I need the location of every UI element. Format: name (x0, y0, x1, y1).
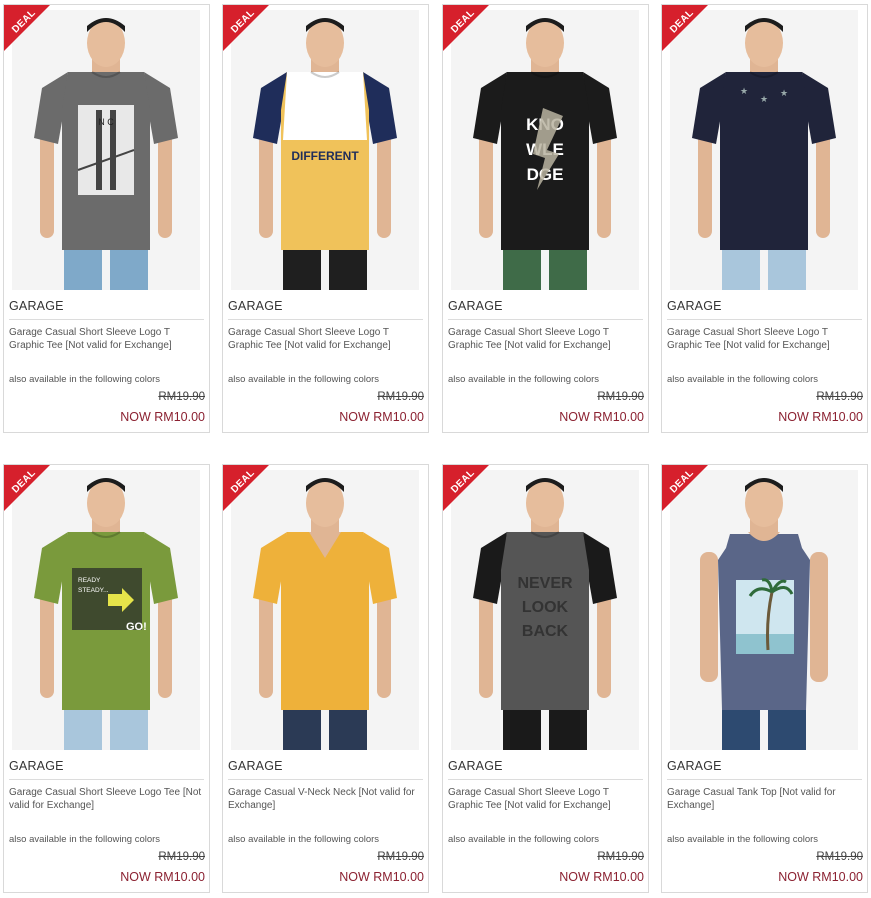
product-card[interactable]: ★ ★ ★ DEAL GARAGE Garage Casual Short Sleev… (661, 4, 868, 433)
original-price: RM19.90 (597, 391, 644, 403)
original-price: RM19.90 (816, 851, 863, 863)
product-card[interactable]: DEAL GARAGE Garage Casual Tank Top [Not va… (661, 464, 868, 893)
product-brand[interactable]: GARAGE (9, 759, 64, 773)
divider (228, 779, 423, 780)
product-brand[interactable]: GARAGE (228, 299, 283, 313)
svg-text:LOOK: LOOK (522, 599, 569, 616)
product-card[interactable]: DIFFERENT DEAL GARAGE Garage Casual Short S… (222, 4, 429, 433)
colors-note: also available in the following colors (667, 374, 819, 385)
product-card[interactable]: DEAL GARAGE Garage Casual V-Neck Neck [Not… (222, 464, 429, 893)
product-card[interactable]: KNO WLE DGE DEALGARAGEGarage Casual Shor… (442, 4, 649, 433)
colors-note: also available in the following colors (9, 374, 161, 385)
divider (448, 779, 643, 780)
divider (228, 319, 423, 320)
original-price: RM19.90 (158, 391, 205, 403)
sale-price: NOW RM10.00 (120, 870, 205, 884)
product-brand[interactable]: GARAGE (667, 759, 722, 773)
sale-price: NOW RM10.00 (559, 410, 644, 424)
product-image[interactable]: ★ ★ ★ (670, 10, 858, 290)
original-price: RM19.90 (816, 391, 863, 403)
product-brand[interactable]: GARAGE (448, 299, 503, 313)
svg-text:★: ★ (760, 94, 768, 104)
divider (9, 319, 204, 320)
product-image[interactable] (670, 470, 858, 750)
svg-text:NEVER: NEVER (517, 575, 573, 592)
sale-price: NOW RM10.00 (339, 870, 424, 884)
divider (667, 319, 862, 320)
svg-text:N C: N C (98, 117, 114, 127)
original-price: RM19.90 (158, 851, 205, 863)
product-image[interactable]: READY STEADY... GO! (12, 470, 200, 750)
sale-price: NOW RM10.00 (120, 410, 205, 424)
colors-note: also available in the following colors (228, 374, 380, 385)
sale-price: NOW RM10.00 (559, 870, 644, 884)
product-name[interactable]: Garage Casual Short Sleeve Logo T Graphi… (9, 327, 205, 352)
colors-note: also available in the following colors (448, 834, 600, 845)
product-name[interactable]: Garage Casual Short Sleeve Logo T Graphi… (228, 327, 424, 352)
product-name[interactable]: Garage Casual Short Sleeve Logo T Graphi… (667, 327, 863, 352)
svg-text:★: ★ (780, 88, 788, 98)
product-image[interactable]: DIFFERENT (231, 10, 419, 290)
product-card[interactable]: READY STEADY... GO! DEAL GARAGE Garage Casu… (3, 464, 210, 893)
product-brand[interactable]: GARAGE (228, 759, 283, 773)
colors-note: also available in the following colors (667, 834, 819, 845)
svg-text:BACK: BACK (522, 623, 569, 640)
product-name[interactable]: Garage Casual Short Sleeve Logo Tee [Not… (9, 787, 205, 812)
product-image[interactable]: KNO WLE DGE (451, 10, 639, 290)
colors-note: also available in the following colors (9, 834, 161, 845)
product-name[interactable]: Garage Casual Tank Top [Not valid for Ex… (667, 787, 863, 812)
divider (9, 779, 204, 780)
product-name[interactable]: Garage Casual V-Neck Neck [Not valid for… (228, 787, 424, 812)
colors-note: also available in the following colors (448, 374, 600, 385)
divider (667, 779, 862, 780)
svg-text:GO!: GO! (126, 621, 147, 633)
original-price: RM19.90 (597, 851, 644, 863)
product-brand[interactable]: GARAGE (448, 759, 503, 773)
product-name[interactable]: Garage Casual Short Sleeve Logo T Graphi… (448, 327, 644, 352)
product-brand[interactable]: GARAGE (9, 299, 64, 313)
product-grid: N C DEAL GARAGE Garage Casual Short Sleeve … (0, 0, 871, 898)
product-card[interactable]: N C DEAL GARAGE Garage Casual Short Sleeve … (3, 4, 210, 433)
colors-note: also available in the following colors (228, 834, 380, 845)
product-image[interactable]: NEVER LOOK BACK (451, 470, 639, 750)
product-brand[interactable]: GARAGE (667, 299, 722, 313)
original-price: RM19.90 (377, 851, 424, 863)
product-card[interactable]: NEVER LOOK BACK DEAL GARAGE Garage Casual S… (442, 464, 649, 893)
svg-text:DIFFERENT: DIFFERENT (291, 149, 359, 163)
product-image[interactable] (231, 470, 419, 750)
svg-text:READY: READY (78, 577, 101, 584)
original-price: RM19.90 (377, 391, 424, 403)
sale-price: NOW RM10.00 (778, 870, 863, 884)
product-name[interactable]: Garage Casual Short Sleeve Logo T Graphi… (448, 787, 644, 812)
svg-text:STEADY...: STEADY... (78, 587, 109, 594)
svg-text:★: ★ (740, 86, 748, 96)
sale-price: NOW RM10.00 (778, 410, 863, 424)
divider (448, 319, 643, 320)
product-image[interactable]: N C (12, 10, 200, 290)
sale-price: NOW RM10.00 (339, 410, 424, 424)
